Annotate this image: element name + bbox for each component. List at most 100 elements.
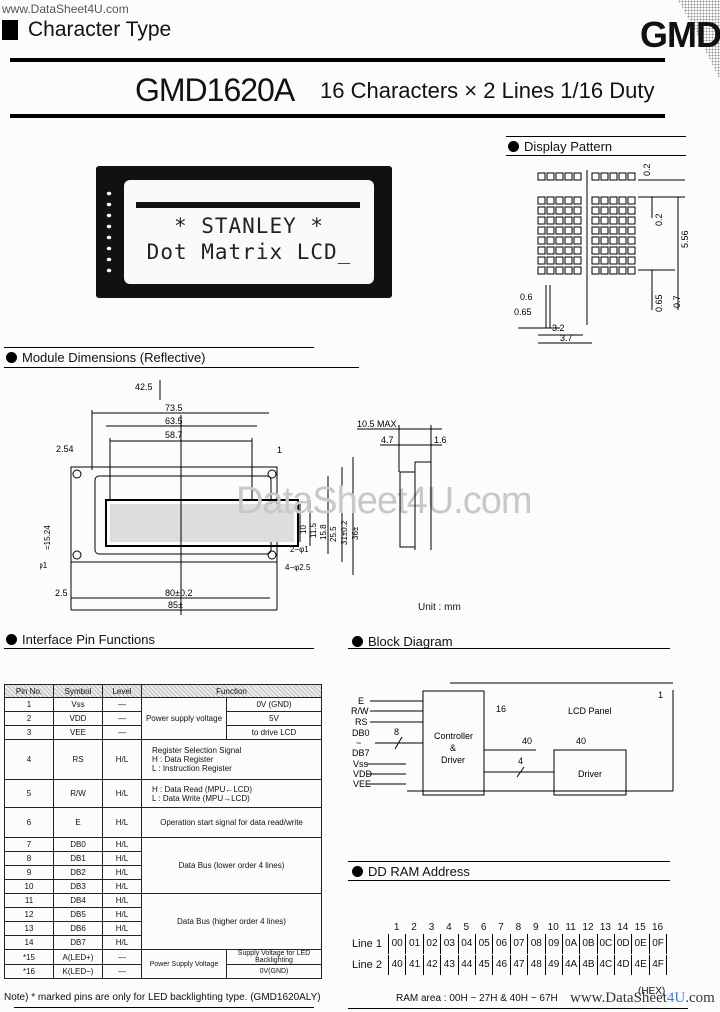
dot-cell — [627, 236, 636, 245]
pin-level: H/L — [102, 921, 142, 936]
bd-bus-40b: 40 — [576, 736, 586, 746]
bd-controller-3: Driver — [441, 755, 465, 765]
pin-no: *16 — [4, 964, 54, 979]
ddram-cell: 04 — [457, 933, 475, 954]
pin-symbol: DB4 — [53, 893, 103, 908]
ddram-position: 6 — [480, 922, 487, 933]
ddram-position: 16 — [651, 922, 664, 933]
bd-input-vee: VEE — [353, 779, 371, 789]
dot-cell — [609, 206, 618, 215]
table-row: 6 E H/L Operation start signal for data … — [4, 807, 322, 838]
dot-cell — [591, 216, 600, 225]
dot-cell — [618, 172, 627, 181]
pin-no: 12 — [4, 907, 54, 922]
ddram-cell: 4F — [648, 954, 668, 975]
dot-cell — [609, 226, 618, 235]
ddram-title: DD RAM Address — [368, 864, 470, 879]
pin-function: H : Data Read (MPU←LCD) L : Data Write (… — [141, 779, 322, 808]
watermark-prefix: www.DataSheet — [570, 990, 667, 1006]
bd-bus-8: 8 — [394, 727, 399, 737]
dim-3.2: 3.2 — [552, 323, 565, 333]
ddram-position: 10 — [547, 922, 559, 933]
ddram-line2-label: Line 2 — [352, 958, 382, 971]
dim-0.7: 0.7 — [672, 295, 682, 308]
dot-cell — [627, 246, 636, 255]
ddram-rule-top — [348, 861, 670, 862]
ddram-cell: 00 — [388, 933, 405, 954]
ddram-cell: 4B — [579, 954, 596, 975]
dot-cell — [600, 206, 609, 215]
bd-input-vdd: VDD — [353, 769, 373, 779]
pin-symbol: DB5 — [53, 907, 103, 922]
dim-42.5: 42.5 — [135, 382, 153, 392]
dot-cell — [555, 172, 564, 181]
ddram-positions: 1 2 3 4 5 6 7 8 9 10 11 12 13 14 15 16 — [388, 922, 667, 933]
category-title: Character Type — [28, 18, 172, 41]
pin-functions-title: Interface Pin Functions — [22, 632, 155, 647]
pin-function: 0V (GND) — [226, 697, 322, 712]
dot-cell — [546, 236, 555, 245]
brand-label: GMD — [640, 14, 720, 55]
ddram-position: 14 — [617, 922, 629, 933]
pin-symbol: E — [53, 807, 103, 838]
ddram-cell: 06 — [492, 933, 509, 954]
ddram-position: 9 — [533, 922, 539, 933]
pin-function: Supply Voltage for LED Backlighting — [226, 949, 322, 965]
dot-cell — [564, 236, 573, 245]
bd-controller-2: & — [450, 743, 456, 753]
bd-controller-1: Controller — [434, 731, 473, 741]
ddram-position: 2 — [411, 922, 417, 933]
pin-symbol: DB6 — [53, 921, 103, 936]
header-rule-bottom — [10, 114, 665, 118]
dim-0.6: 0.6 — [520, 292, 533, 302]
block-diagram-title: Block Diagram — [368, 634, 453, 649]
display-pattern-rule — [506, 155, 686, 156]
pin-level: H/L — [102, 935, 142, 950]
dot-cell — [564, 226, 573, 235]
dim-1: 1 — [277, 445, 282, 455]
col-function: Function — [141, 684, 322, 698]
display-pattern-diagram: 0.2 0.2 5.56 0.6 0.65 3.2 3.7 0.65 0.7 — [514, 163, 690, 344]
dot-cell — [537, 266, 546, 275]
dot-cell — [555, 216, 564, 225]
dim-4.7: 4.7 — [381, 435, 394, 445]
ddram-rule — [348, 880, 670, 881]
pin-no: *15 — [4, 949, 54, 965]
bullet-icon — [352, 866, 363, 877]
dot-cell — [564, 196, 573, 205]
watermark-top: www.DataSheet4U.com — [2, 2, 129, 16]
module-dim-heading: Module Dimensions (Reflective) — [6, 350, 206, 365]
pin-no: 13 — [4, 921, 54, 936]
dot-cell — [609, 266, 618, 275]
table-row: *15 A(LED+) — Power Supply Voltage Suppl… — [4, 949, 322, 979]
dim-73.5: 73.5 — [165, 403, 183, 413]
col-level: Level — [102, 684, 142, 698]
bd-input-e: E — [358, 696, 364, 706]
pin-no: 10 — [4, 879, 54, 894]
ddram-cell: 05 — [474, 933, 492, 954]
pin-functions-rule — [4, 648, 314, 649]
pin-functions-heading: Interface Pin Functions — [6, 632, 155, 647]
dot-cell — [600, 226, 609, 235]
ddram-cell: 0A — [561, 933, 579, 954]
ddram-cell: 45 — [474, 954, 492, 975]
pin-level: H/L — [102, 851, 142, 866]
side-view-drawing: 10.5 MAX 4.7 1.6 — [357, 420, 447, 550]
ddram-cell: 01 — [405, 933, 422, 954]
ddram-position: 3 — [428, 922, 435, 933]
pin-no: 6 — [4, 807, 54, 838]
dot-cell — [555, 226, 564, 235]
dim-10: 10 — [299, 525, 308, 534]
pin-level: — — [102, 725, 142, 740]
dot-cell — [555, 266, 564, 275]
pin-level: — — [102, 697, 142, 712]
dot-cell — [618, 256, 627, 265]
pin-symbol: DB3 — [53, 879, 103, 894]
display-pattern-rule-top — [506, 136, 686, 137]
dot-cell — [609, 196, 618, 205]
dot-cell — [618, 236, 627, 245]
bottom-rule-right — [348, 1008, 688, 1009]
dim-15.8: 15.8 — [319, 524, 328, 540]
dot-cell — [573, 206, 582, 215]
dot-cell — [591, 266, 600, 275]
